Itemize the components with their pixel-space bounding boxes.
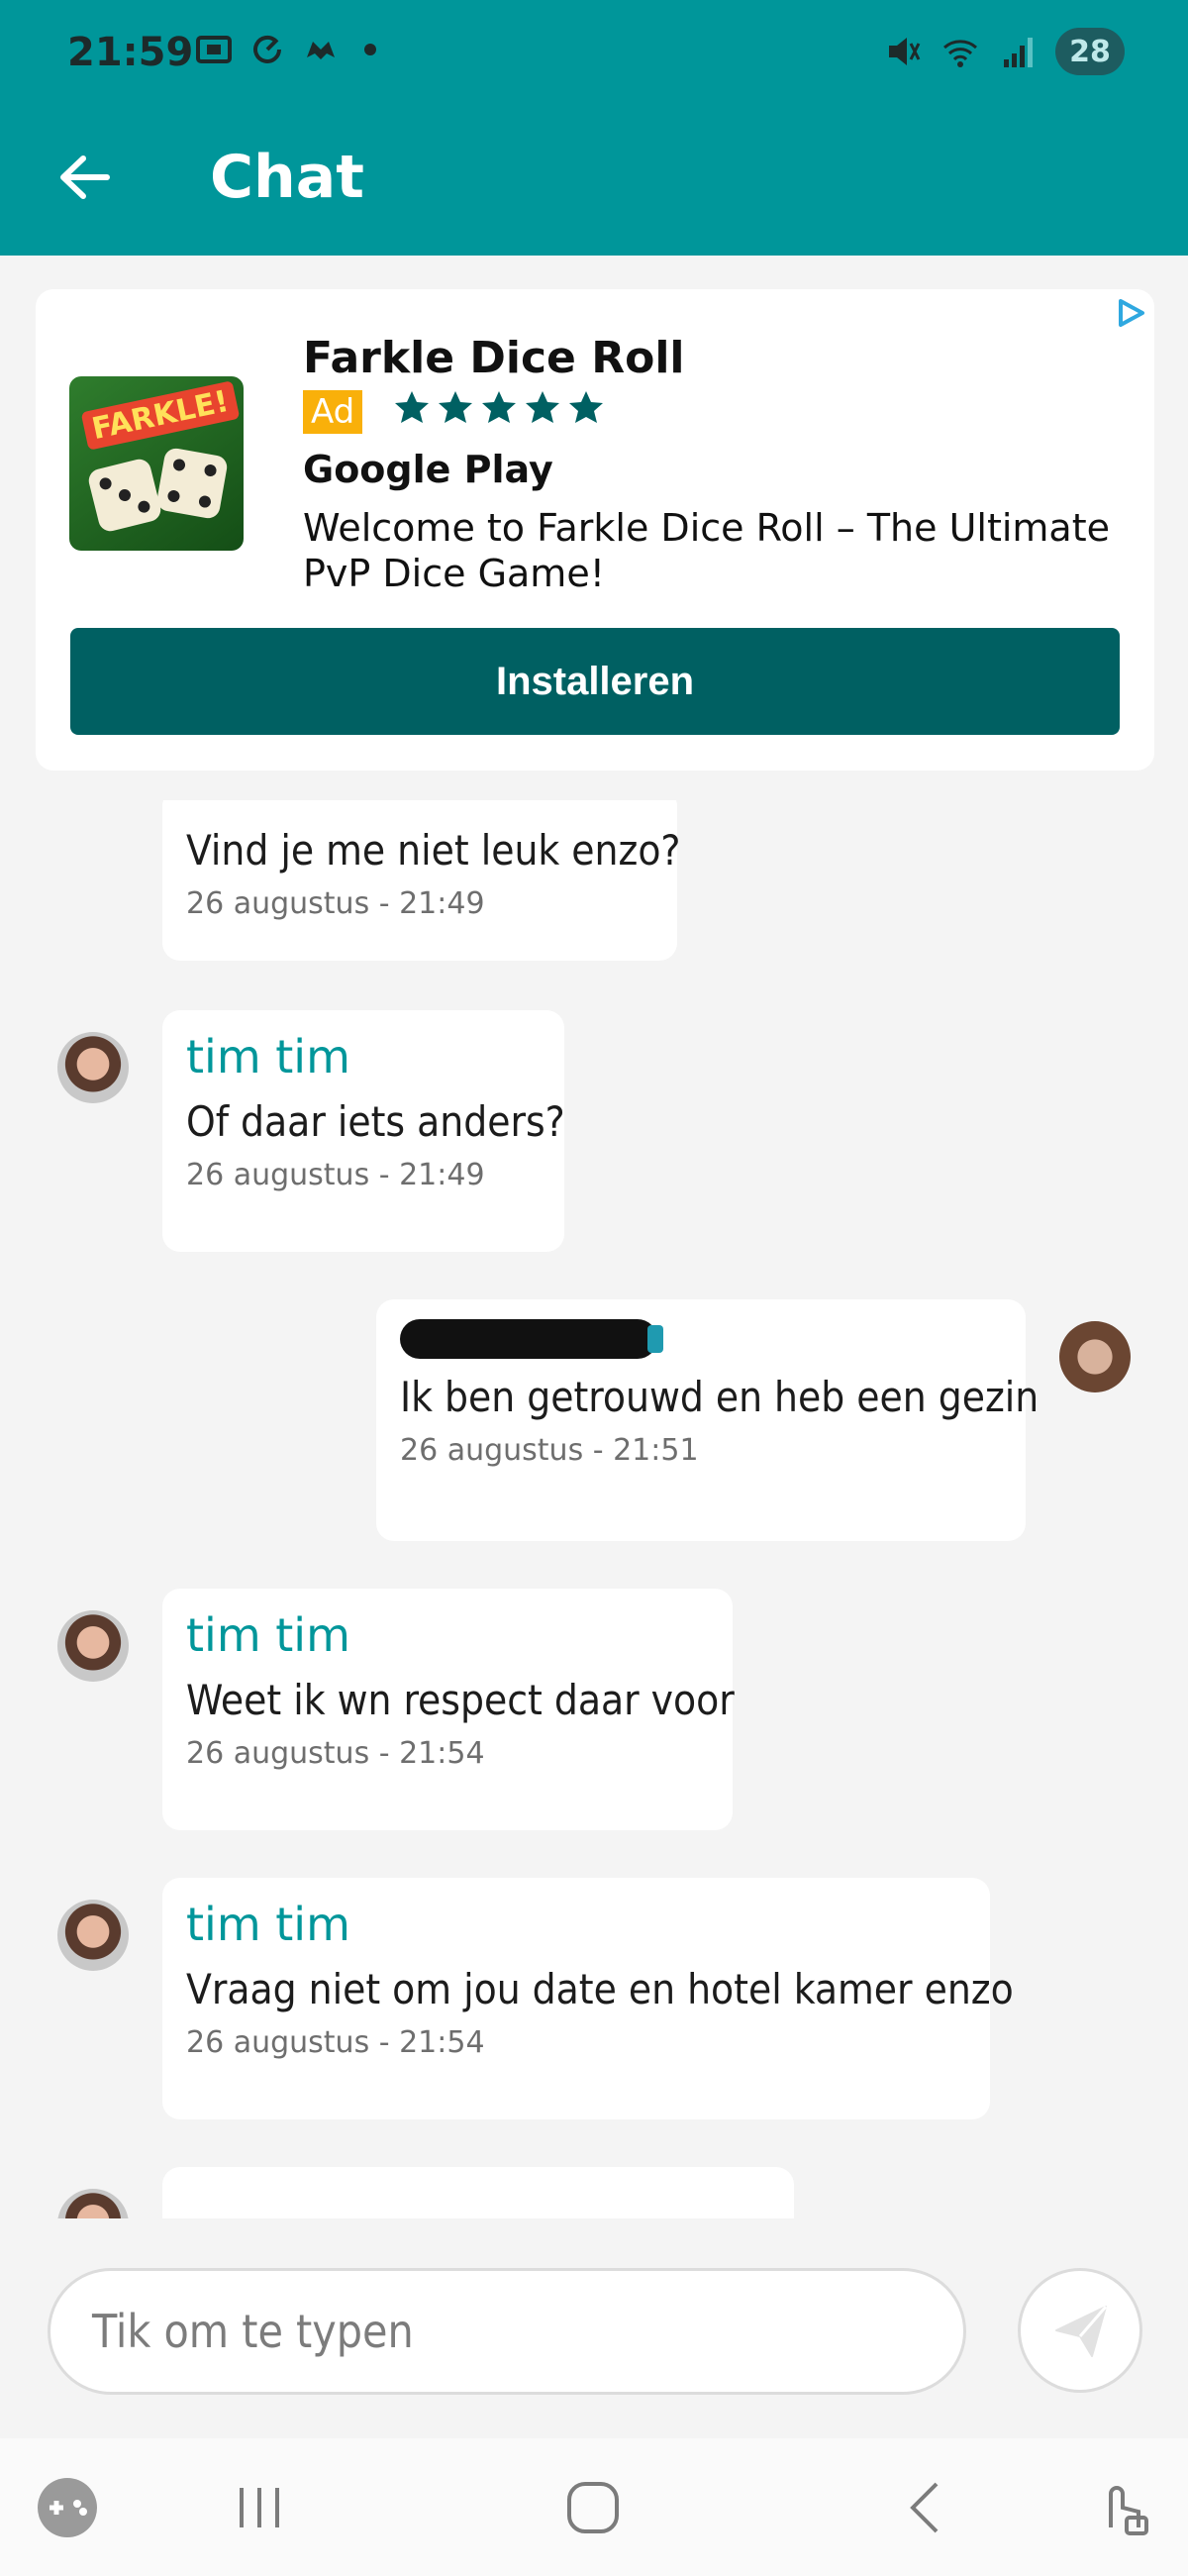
touch-lock-icon[interactable] bbox=[1087, 2472, 1158, 2543]
message-time: 26 augustus - 21:54 bbox=[186, 2025, 485, 2060]
wifi-icon bbox=[943, 40, 977, 67]
message-bubble: tim tim Weet ik wn respect daar voor 26 … bbox=[162, 1589, 735, 1830]
app-bar: Chat bbox=[0, 111, 1188, 256]
page-title: Chat bbox=[210, 143, 364, 212]
message-text: Ik ben getrouwd en heb een gezin bbox=[400, 1373, 1040, 1421]
message-bubble: tim tim Vraag niet om jou date en hotel … bbox=[162, 1878, 1014, 2119]
avatar[interactable] bbox=[57, 2189, 129, 2218]
ad-app-logo: FARKLE! bbox=[69, 376, 244, 551]
message-bubble: tim tim Of daar iets anders? 26 augustus… bbox=[162, 1010, 565, 1252]
message-time: 26 augustus - 21:49 bbox=[186, 1158, 485, 1192]
message-text: Weet ik wn respect daar voor bbox=[186, 1676, 735, 1724]
dot-icon bbox=[364, 44, 376, 55]
ad-store: Google Play bbox=[303, 448, 553, 491]
star-icon bbox=[569, 391, 603, 423]
message-bubble-own: Ik ben getrouwd en heb een gezin 26 augu… bbox=[376, 1299, 1040, 1541]
message-time: 26 augustus - 21:51 bbox=[400, 1433, 699, 1468]
message-sender[interactable]: tim tim bbox=[186, 1608, 709, 1662]
die-icon bbox=[86, 457, 163, 534]
message-bubble bbox=[162, 2167, 794, 2218]
ad-logo-text: FARKLE! bbox=[80, 380, 241, 451]
message-sender[interactable]: tim tim bbox=[186, 1030, 541, 1083]
ad-description: Welcome to Farkle Dice Roll – The Ultima… bbox=[303, 506, 1110, 595]
message-time: 26 augustus - 21:54 bbox=[186, 1736, 485, 1771]
avatar[interactable] bbox=[57, 1900, 129, 1971]
home-icon[interactable] bbox=[557, 2472, 629, 2543]
message-text: Vind je me niet leuk enzo? bbox=[186, 826, 681, 875]
redacted-sender bbox=[400, 1319, 663, 1359]
install-button[interactable]: Installeren bbox=[70, 628, 1120, 735]
system-nav-bar bbox=[0, 2438, 1188, 2576]
message-sender[interactable]: tim tim bbox=[186, 1898, 966, 1951]
status-time: 21:59 bbox=[67, 30, 194, 75]
avatar[interactable] bbox=[57, 1032, 129, 1103]
message-bubble: Vind je me niet leuk enzo? 26 augustus -… bbox=[162, 800, 681, 961]
message-text: Vraag niet om jou date en hotel kamer en… bbox=[186, 1965, 1014, 2013]
star-icon bbox=[526, 391, 559, 423]
send-button[interactable] bbox=[1018, 2268, 1142, 2393]
input-bar: Tik om te typen bbox=[0, 2232, 1188, 2424]
phone-screen: 21:59 28 Chat FARKLE! Farkle Dice Roll A… bbox=[0, 0, 1188, 2576]
arrow-left-icon[interactable] bbox=[51, 145, 117, 210]
send-icon bbox=[1055, 2306, 1108, 2357]
star-icon bbox=[439, 391, 472, 423]
ad-title[interactable]: Farkle Dice Roll bbox=[303, 333, 685, 383]
message-time: 26 augustus - 21:49 bbox=[186, 886, 485, 921]
message-input[interactable]: Tik om te typen bbox=[48, 2268, 966, 2395]
back-icon[interactable] bbox=[891, 2472, 962, 2543]
screenshot-icon bbox=[196, 36, 232, 63]
avatar[interactable] bbox=[1059, 1321, 1131, 1392]
message-text: Of daar iets anders? bbox=[186, 1097, 565, 1146]
chat-messages[interactable]: Vind je me niet leuk enzo? 26 augustus -… bbox=[0, 800, 1188, 2218]
ad-card[interactable]: FARKLE! Farkle Dice Roll Ad Google Play … bbox=[36, 289, 1154, 771]
ad-rating bbox=[392, 388, 606, 428]
adchoices-icon[interactable] bbox=[1111, 293, 1150, 333]
star-icon bbox=[482, 391, 516, 423]
mute-icon bbox=[889, 38, 921, 65]
recent-apps-icon[interactable] bbox=[224, 2472, 295, 2543]
star-icon bbox=[395, 391, 429, 423]
game-icon bbox=[307, 42, 335, 59]
status-right-icons: 28 bbox=[883, 28, 1125, 75]
avatar[interactable] bbox=[57, 1610, 129, 1682]
top-bar: 21:59 28 Chat bbox=[0, 0, 1188, 256]
signal-icon bbox=[1004, 38, 1033, 67]
status-bar: 21:59 28 bbox=[0, 0, 1188, 111]
game-launcher-icon[interactable] bbox=[32, 2472, 103, 2543]
status-left-icons bbox=[194, 30, 376, 69]
battery-indicator: 28 bbox=[1055, 28, 1125, 75]
die-icon bbox=[154, 446, 230, 521]
sync-icon bbox=[253, 35, 281, 63]
ad-badge: Ad bbox=[303, 390, 363, 434]
